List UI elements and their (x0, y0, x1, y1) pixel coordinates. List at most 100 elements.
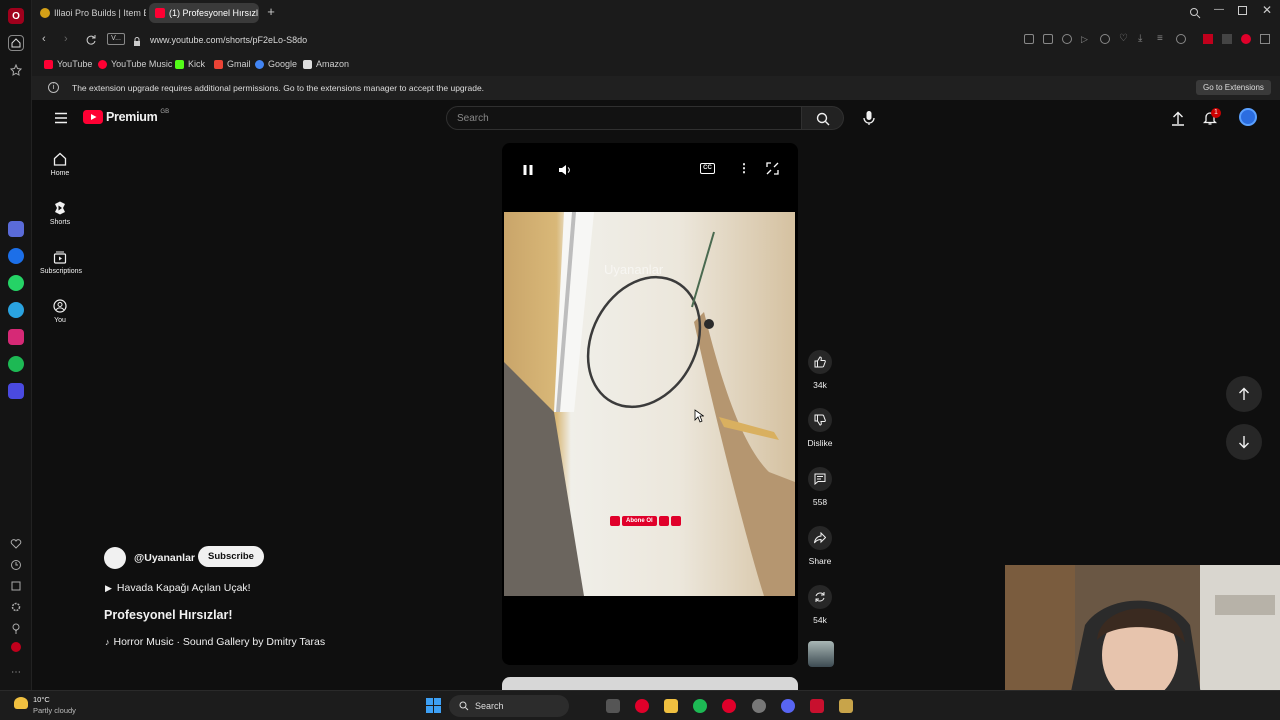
more-icon[interactable]: ⋯ (8, 664, 24, 680)
bookmark-gmail[interactable]: Gmail (214, 59, 251, 69)
tab-title: Illaoi Pro Builds | Item Buil (54, 8, 146, 18)
riot-client-icon[interactable] (810, 699, 824, 713)
playlist-link[interactable]: ▶ Havada Kapağı Açılan Uçak! (105, 582, 251, 594)
search-input[interactable]: Search (446, 106, 802, 130)
remix-button[interactable]: 54k (800, 585, 840, 625)
extensions-puzzle-icon[interactable] (1260, 34, 1270, 44)
dislike-button[interactable]: Dislike (800, 408, 840, 448)
channel-avatar[interactable] (104, 547, 126, 569)
close-icon[interactable]: ✕ (1262, 3, 1272, 17)
new-tab-icon[interactable]: + (264, 5, 278, 19)
more-options-icon[interactable]: ⋮ (738, 161, 750, 175)
bookmark-amazon[interactable]: Amazon (303, 59, 349, 69)
settings-icon[interactable] (8, 599, 24, 615)
shorts-player[interactable]: CC ⋮ Uyananlar Abone Ol (502, 143, 798, 665)
taskbar-search[interactable]: Search (449, 695, 569, 717)
site-info-button[interactable]: V... (107, 33, 125, 45)
league-client-icon[interactable] (839, 699, 853, 713)
whatsapp-icon[interactable] (8, 275, 24, 291)
home-icon[interactable] (8, 35, 24, 51)
go-to-extensions-button[interactable]: Go to Extensions (1196, 80, 1271, 95)
opera-icon[interactable] (722, 699, 736, 713)
channel-name[interactable]: @Uyananlar (134, 552, 195, 564)
taskbar-search-label: Search (475, 701, 504, 711)
short-title: Profesyonel Hırsızlar! (104, 608, 233, 622)
forward-icon[interactable]: › (64, 33, 68, 45)
previous-short-button[interactable] (1226, 376, 1262, 412)
microphone-icon[interactable] (862, 110, 876, 131)
video-frame[interactable]: Uyananlar Abone Ol (504, 212, 795, 596)
subscribe-button[interactable]: Subscribe (198, 546, 264, 567)
fullscreen-icon[interactable] (766, 162, 779, 180)
sound-thumbnail[interactable] (808, 641, 834, 667)
extension-dark-icon[interactable] (1222, 34, 1232, 44)
opera-logo-icon[interactable]: O (8, 8, 24, 24)
windows-start-icon[interactable] (426, 698, 441, 718)
task-view-icon[interactable] (606, 699, 620, 713)
play-icon[interactable]: ▷ (1081, 34, 1091, 44)
bookmark-youtube[interactable]: YouTube (44, 59, 92, 69)
extension-opera-icon[interactable] (1241, 34, 1251, 44)
file-explorer-icon[interactable] (664, 699, 678, 713)
opera-gx-icon[interactable] (635, 699, 649, 713)
captions-icon[interactable]: CC (700, 163, 715, 174)
weather-desc[interactable]: Partly cloudy (33, 706, 76, 715)
bookmark-google[interactable]: Google (255, 59, 297, 69)
comments-button[interactable]: 558 (800, 467, 840, 507)
shield-icon[interactable] (1062, 34, 1072, 44)
extensions-icon[interactable] (8, 578, 24, 594)
music-link[interactable]: ♪ Horror Music · Sound Gallery by Dmitry… (105, 636, 325, 648)
share-button[interactable]: Share (800, 526, 840, 566)
spotify-icon[interactable] (693, 699, 707, 713)
tab-illaoi[interactable]: Illaoi Pro Builds | Item Buil (34, 3, 146, 23)
nav-home[interactable]: Home (40, 152, 80, 177)
lightbulb-icon[interactable] (8, 620, 24, 636)
profile-icon[interactable] (1176, 34, 1186, 44)
like-button[interactable]: 34k (800, 350, 840, 390)
spotify-icon[interactable] (8, 356, 24, 372)
camera-icon[interactable] (1043, 34, 1053, 44)
upload-icon[interactable] (1171, 110, 1185, 131)
instagram-icon[interactable] (8, 329, 24, 345)
pause-icon[interactable] (522, 163, 534, 181)
share-label: Share (808, 556, 832, 566)
search-button[interactable] (802, 106, 844, 130)
next-short-button[interactable] (1226, 424, 1262, 460)
menu-icon[interactable]: ≡ (1157, 34, 1167, 44)
bookmark-kick[interactable]: Kick (175, 59, 205, 69)
edit-icon[interactable] (1024, 34, 1034, 44)
maximize-icon[interactable] (1238, 6, 1247, 15)
back-icon[interactable]: ‹ (42, 33, 46, 45)
telegram-icon[interactable] (8, 302, 24, 318)
steam-icon[interactable] (752, 699, 766, 713)
youtube-logo[interactable]: Premium GB (83, 109, 169, 124)
next-short-preview[interactable] (502, 677, 798, 690)
download-icon[interactable]: ⤓ (1138, 34, 1148, 44)
tab-youtube-short[interactable]: (1) Profesyonel Hırsızl (149, 3, 259, 23)
heart-icon[interactable] (8, 536, 24, 552)
reload-icon[interactable] (85, 33, 97, 51)
avatar[interactable] (1239, 108, 1257, 126)
hamburger-menu-icon[interactable] (54, 111, 68, 129)
nav-you[interactable]: You (40, 299, 80, 324)
player-icon[interactable] (8, 383, 24, 399)
comment-count: 558 (812, 497, 828, 507)
vpn-icon[interactable] (1100, 34, 1110, 44)
extension-red-icon[interactable] (1203, 34, 1213, 44)
url-field[interactable]: www.youtube.com/shorts/pF2eLo-S8do (150, 35, 307, 45)
discord-icon[interactable] (781, 699, 795, 713)
opera-small-icon[interactable] (11, 642, 21, 652)
nav-subscriptions[interactable]: Subscriptions (40, 250, 82, 275)
bookmark-youtube-music[interactable]: YouTube Music (98, 59, 172, 69)
weather-temp[interactable]: 10°C (33, 695, 50, 704)
nav-shorts[interactable]: Shorts (40, 201, 80, 226)
minimize-icon[interactable]: — (1214, 4, 1224, 15)
messenger-icon[interactable] (8, 248, 24, 264)
aria-icon[interactable] (8, 221, 24, 237)
volume-icon[interactable] (558, 163, 572, 181)
history-icon[interactable] (8, 557, 24, 573)
favorite-icon[interactable]: ♡ (1119, 34, 1129, 44)
home-icon (53, 152, 67, 166)
tab-search-icon[interactable] (1189, 6, 1201, 24)
star-icon[interactable] (8, 62, 24, 78)
